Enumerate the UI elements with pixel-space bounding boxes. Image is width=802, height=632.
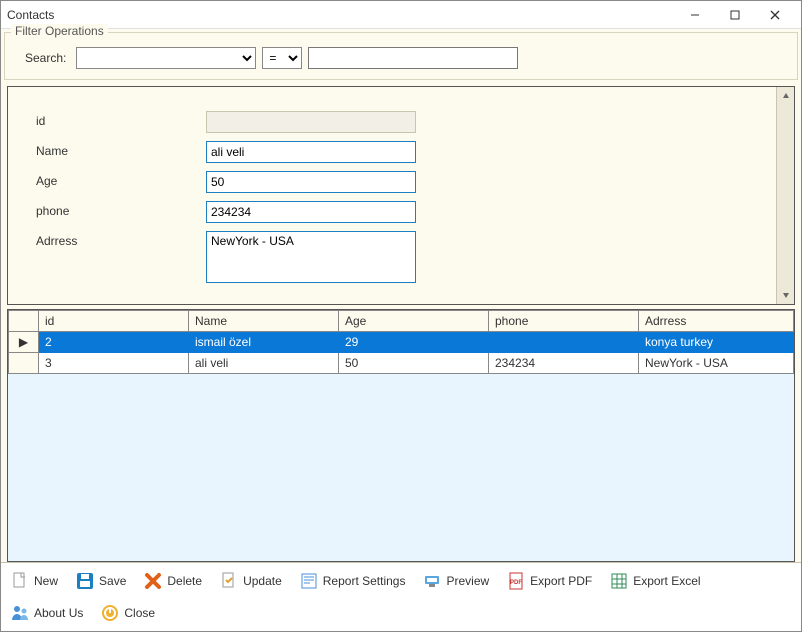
table-row[interactable]: ▶2ismail özel29 konya turkey [9,332,794,353]
search-label: Search: [25,51,66,65]
preview-button[interactable]: Preview [419,569,493,593]
search-operator-combo[interactable]: = [262,47,302,69]
about-us-button[interactable]: About Us [7,601,87,625]
data-grid[interactable]: id Name Age phone Adrress ▶2ismail özel2… [8,310,794,374]
col-id[interactable]: id [39,311,189,332]
table-row[interactable]: 3ali veli50234234NewYork - USA [9,353,794,374]
update-icon [220,572,238,590]
grid-cell[interactable]: ismail özel [189,332,339,353]
field-input-address[interactable]: NewYork - USA [206,231,416,283]
form-body: id Name Age phone Adrress NewYork [8,87,776,304]
save-button[interactable]: Save [72,569,130,593]
field-input-name[interactable] [206,141,416,163]
row-indicator [9,353,39,374]
scroll-up-icon[interactable] [779,89,793,103]
grid-cell[interactable]: 29 [339,332,489,353]
delete-button[interactable]: Delete [140,569,206,593]
filter-group: Filter Operations Search: = [4,32,798,80]
data-grid-panel: id Name Age phone Adrress ▶2ismail özel2… [7,309,795,562]
new-button[interactable]: New [7,569,62,593]
col-address[interactable]: Adrress [639,311,794,332]
window-title: Contacts [7,8,675,22]
close-icon [770,10,780,20]
form-panel: id Name Age phone Adrress NewYork [7,86,795,305]
grid-cell[interactable]: 234234 [489,353,639,374]
svg-text:PDF: PDF [510,580,522,586]
field-input-age[interactable] [206,171,416,193]
export-pdf-button[interactable]: PDF Export PDF [503,569,596,593]
report-settings-icon [300,572,318,590]
grid-cell[interactable]: 2 [39,332,189,353]
filter-legend: Filter Operations [11,24,108,38]
field-label-name: Name [36,141,206,158]
minimize-icon [690,10,700,20]
field-label-address: Adrress [36,231,206,248]
grid-header-row: id Name Age phone Adrress [9,311,794,332]
search-row: Search: = [13,43,789,71]
maximize-button[interactable] [715,2,755,28]
client-area: Filter Operations Search: = id Name [1,29,801,631]
window-root: Contacts Filter Operations Search: = [0,0,802,632]
save-icon [76,572,94,590]
field-input-phone[interactable] [206,201,416,223]
search-input[interactable] [308,47,518,69]
scroll-down-icon[interactable] [779,288,793,302]
row-indicator: ▶ [9,332,39,353]
col-name[interactable]: Name [189,311,339,332]
close-window-button[interactable] [755,2,795,28]
col-phone[interactable]: phone [489,311,639,332]
grid-cell[interactable]: NewYork - USA [639,353,794,374]
grid-corner [9,311,39,332]
form-scrollbar[interactable] [776,87,794,304]
minimize-button[interactable] [675,2,715,28]
export-excel-button[interactable]: Export Excel [606,569,704,593]
grid-cell[interactable]: konya turkey [639,332,794,353]
grid-cell[interactable]: 3 [39,353,189,374]
field-label-id: id [36,111,206,128]
about-icon [11,604,29,622]
report-settings-button[interactable]: Report Settings [296,569,410,593]
preview-icon [423,572,441,590]
titlebar: Contacts [1,1,801,29]
update-button[interactable]: Update [216,569,286,593]
window-controls [675,2,795,28]
col-age[interactable]: Age [339,311,489,332]
grid-cell[interactable]: 50 [339,353,489,374]
grid-empty-area [8,374,794,561]
search-field-combo[interactable] [76,47,256,69]
new-icon [11,572,29,590]
grid-cell[interactable] [489,332,639,353]
power-icon [101,604,119,622]
field-input-id[interactable] [206,111,416,133]
grid-cell[interactable]: ali veli [189,353,339,374]
toolbar: New Save Delete Update Report Settings P… [1,562,801,631]
maximize-icon [730,10,740,20]
field-label-phone: phone [36,201,206,218]
delete-icon [144,572,162,590]
field-label-age: Age [36,171,206,188]
pdf-icon: PDF [507,572,525,590]
excel-icon [610,572,628,590]
close-button[interactable]: Close [97,601,159,625]
